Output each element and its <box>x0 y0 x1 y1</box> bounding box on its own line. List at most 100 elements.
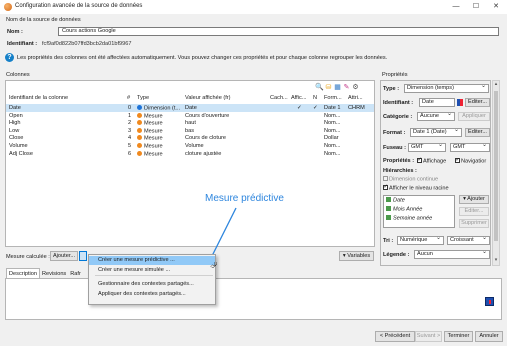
identifier-value: fcf9af0d822b07ffd3bcb2da01bf9967 <box>42 41 132 47</box>
format-edit-button[interactable]: Editer... <box>465 128 490 137</box>
cell-display: ✓ <box>297 105 302 111</box>
timezone-select-2[interactable]: GMT <box>450 143 490 152</box>
columns-label: Colonnes <box>6 72 30 78</box>
legend-select[interactable]: Aucun <box>414 250 490 259</box>
settings-icon[interactable]: ⚙ <box>351 83 360 91</box>
category-select[interactable]: Aucune <box>417 112 455 121</box>
hierarchy-icon[interactable]: ⛁ <box>324 83 333 91</box>
add-dropdown-arrow-button[interactable] <box>79 251 87 261</box>
search-icon[interactable]: 🔍 <box>315 83 324 91</box>
add-calc-measure-button[interactable]: Ajouter... <box>50 251 78 261</box>
hierarchy-icon <box>386 197 391 202</box>
col-header-display[interactable]: Affic... <box>291 95 306 101</box>
properties-scrollbar[interactable]: ▴ ▾ <box>492 80 500 266</box>
col-header-label[interactable]: Valeur affichée (fr) <box>185 95 231 101</box>
minimize-button[interactable]: — <box>446 0 466 14</box>
timezone-select-1[interactable]: GMT <box>408 143 446 152</box>
display-checkbox[interactable]: Affichage <box>417 157 446 165</box>
checkbox-checked-icon <box>455 158 460 163</box>
legend-label: Légende : <box>383 252 410 258</box>
previous-button[interactable]: < Précédent <box>375 331 415 342</box>
menu-item-create-predictive-measure[interactable]: Créer une mesure prédictive ... <box>89 256 215 265</box>
chevron-down-icon: ▾ <box>463 196 466 202</box>
next-button[interactable]: Suivant > <box>415 331 442 342</box>
type-select[interactable]: Dimension (temps) <box>404 84 489 93</box>
checkbox-checked-icon <box>417 157 422 163</box>
hierarchy-item[interactable]: Mois Année <box>386 206 422 213</box>
col-header-n[interactable]: N <box>313 95 317 101</box>
hierarchy-item[interactable]: Semaine année <box>386 215 432 222</box>
navigation-checkbox[interactable]: Navigatior <box>455 158 491 165</box>
identifier-edit-button[interactable]: Editer... <box>465 98 490 107</box>
properties-label: Propriétés <box>382 72 408 78</box>
cell-label: Volume <box>185 143 204 149</box>
annotation-label: Mesure prédictive <box>205 193 284 204</box>
hierarchy-add-button[interactable]: ▾ Ajouter <box>459 195 489 204</box>
col-header-format[interactable]: Form... <box>324 95 342 101</box>
calc-measure-label: Mesure calculée : <box>6 254 50 260</box>
cell-num: 4 <box>128 135 132 142</box>
maximize-button[interactable]: ☐ <box>466 0 486 14</box>
mouse-cursor-icon: ⮰ <box>210 260 218 270</box>
col-header-id[interactable]: Identifiant de la colonne <box>9 95 68 101</box>
finish-button[interactable]: Terminer <box>444 331 473 342</box>
cell-id: High <box>9 120 21 127</box>
format-label: Format : <box>383 130 406 136</box>
format-select[interactable]: Date 1 (Date) <box>410 128 462 137</box>
scrollbar-thumb[interactable] <box>494 91 498 241</box>
scroll-up-icon[interactable]: ▴ <box>493 81 499 87</box>
type-label: Type : <box>383 86 400 92</box>
col-header-hidden[interactable]: Cach... <box>270 95 288 101</box>
columns-toolbar: 🔍 ⛁ ▦ ✎ ⚙ <box>315 83 360 91</box>
window-title: Configuration avancée de la source de do… <box>15 3 143 9</box>
prop-identifier-input[interactable]: Date <box>419 98 455 107</box>
datasource-section-label: Nom de la source de données <box>6 17 81 23</box>
show-root-level-checkbox[interactable]: Afficher le niveau racine <box>383 184 449 192</box>
cell-format: Dollar <box>324 135 339 142</box>
datasource-name-input[interactable]: Cours actions Google <box>58 27 499 36</box>
col-header-type[interactable]: Type <box>137 95 149 101</box>
scroll-down-icon[interactable]: ▾ <box>493 257 499 263</box>
help-icon[interactable]: ? <box>5 53 14 62</box>
cell-type: Mesure <box>137 112 163 119</box>
props-label: Propriétés : <box>383 158 415 164</box>
menu-item-apply-shared-contexts[interactable]: Appliquer des contextes partagés... <box>89 290 215 299</box>
hierarchy-tool-icon[interactable] <box>457 98 464 107</box>
hierarchy-delete-button[interactable]: Supprimer <box>459 219 489 228</box>
close-button[interactable]: ✕ <box>486 0 506 14</box>
variables-button[interactable]: ▾ Variables <box>339 251 374 261</box>
col-header-attr[interactable]: Attri... <box>348 95 363 101</box>
continuous-dimension-checkbox[interactable]: Dimension continue <box>383 176 438 183</box>
info-text: Les propriétés des colonnes ont été affe… <box>17 55 388 61</box>
type-dot-icon <box>137 135 142 141</box>
cell-id: Open <box>9 112 23 119</box>
hierarchy-item[interactable]: Date <box>386 197 405 204</box>
order-select[interactable]: Croissant <box>447 236 490 245</box>
edit-icon[interactable]: ✎ <box>342 83 351 91</box>
checkbox-checked-icon <box>383 184 388 190</box>
table-icon[interactable]: ▦ <box>333 83 342 91</box>
tool-icon[interactable] <box>485 297 494 306</box>
hierarchy-icon <box>386 215 391 220</box>
cell-format: Nom... <box>324 127 341 134</box>
cell-label: Cours de cloture <box>185 135 227 142</box>
cell-format: Nom... <box>324 120 341 127</box>
cell-label: cloture ajustée <box>185 150 222 157</box>
tab-description[interactable]: Description <box>6 268 40 278</box>
cell-label: Date <box>185 105 197 111</box>
col-header-num[interactable]: # <box>127 95 130 101</box>
apply-button[interactable]: Appliquer <box>458 112 490 121</box>
sort-select[interactable]: Numérique <box>397 236 444 245</box>
menu-item-create-simulated-measure[interactable]: Créer une mesure simulée ... <box>89 266 215 275</box>
cancel-button[interactable]: Annuler <box>475 331 503 342</box>
menu-item-shared-contexts-manager[interactable]: Gestionnaire des contextes partagés... <box>89 280 215 289</box>
type-dot-icon <box>137 143 142 148</box>
cell-id: Low <box>9 127 20 134</box>
cell-label: haut <box>185 120 196 127</box>
cell-type: Mesure <box>137 143 163 150</box>
cell-id: Adj Close <box>9 150 33 157</box>
hierarchy-edit-button[interactable]: Editer... <box>459 207 489 216</box>
type-dot-icon <box>137 150 142 156</box>
cell-num: 3 <box>128 127 132 134</box>
sort-label: Tri : <box>383 238 394 244</box>
